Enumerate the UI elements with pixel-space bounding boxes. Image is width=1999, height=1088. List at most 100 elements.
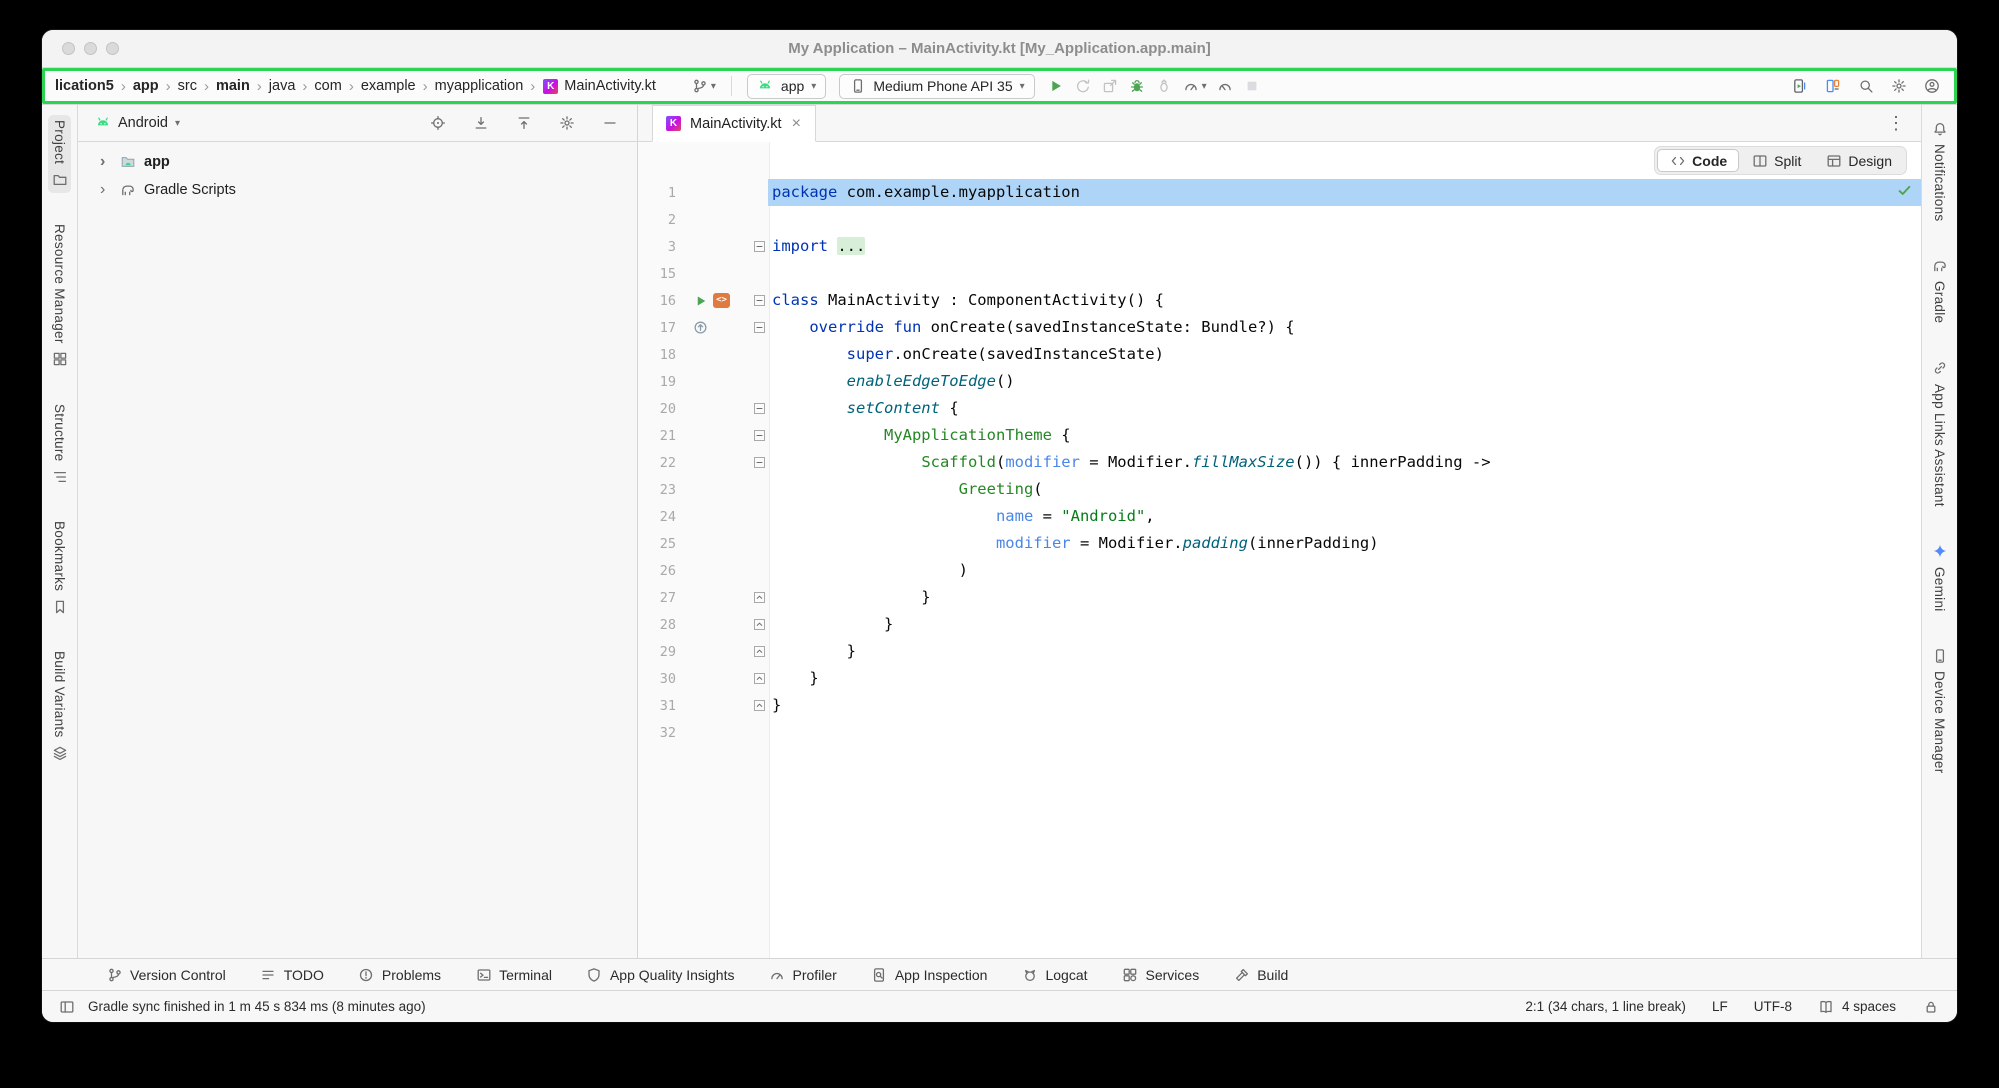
running-devices-button[interactable]: [1786, 74, 1813, 99]
breadcrumb-lication5[interactable]: lication5: [54, 76, 115, 96]
line-number[interactable]: 3: [638, 239, 686, 255]
search-everywhere-button[interactable]: [1852, 74, 1879, 99]
tool-window-button-logcat[interactable]: Logcat: [1021, 966, 1087, 983]
breadcrumb-src[interactable]: src: [177, 76, 198, 96]
line-number[interactable]: 30: [638, 671, 686, 687]
fold-start-icon[interactable]: [750, 322, 768, 333]
indent-widget[interactable]: 4 spaces: [1818, 998, 1896, 1015]
tree-item-gradle-scripts[interactable]: › Gradle Scripts: [78, 176, 637, 204]
code-text[interactable]: }: [768, 584, 1921, 611]
fold-end-icon[interactable]: [750, 700, 768, 711]
line-number[interactable]: 24: [638, 509, 686, 525]
apply-code-changes-button[interactable]: [1097, 74, 1124, 99]
tool-window-button-app-quality-insights[interactable]: App Quality Insights: [586, 966, 735, 983]
tool-window-button-version-control[interactable]: Version Control: [106, 966, 226, 983]
tool-stripe-bookmarks[interactable]: Bookmarks: [48, 516, 71, 620]
breadcrumb-main[interactable]: main: [215, 76, 251, 96]
fold-end-icon[interactable]: [750, 673, 768, 684]
chevron-right-icon[interactable]: ›: [100, 154, 111, 170]
expand-all-button[interactable]: [467, 111, 494, 136]
layout-inspector-button[interactable]: [1819, 74, 1846, 99]
code-text[interactable]: }: [768, 665, 1921, 692]
collapse-all-button[interactable]: [510, 111, 537, 136]
fold-end-icon[interactable]: [750, 646, 768, 657]
code-text[interactable]: }: [768, 611, 1921, 638]
code-text[interactable]: MyApplicationTheme {: [768, 422, 1921, 449]
breadcrumb-mainactivity-kt[interactable]: KMainActivity.kt: [541, 76, 657, 97]
line-number[interactable]: 28: [638, 617, 686, 633]
run-configuration-select[interactable]: app ▾: [747, 74, 826, 99]
line-separator-widget[interactable]: LF: [1712, 999, 1728, 1014]
code-text[interactable]: modifier = Modifier.padding(innerPadding…: [768, 530, 1921, 557]
close-window-button[interactable]: [62, 42, 75, 55]
line-number[interactable]: 23: [638, 482, 686, 498]
fold-start-icon[interactable]: [750, 295, 768, 306]
fold-end-icon[interactable]: [750, 619, 768, 630]
code-text[interactable]: setContent {: [768, 395, 1921, 422]
project-view-select[interactable]: Android ▾: [94, 115, 180, 132]
line-number[interactable]: 15: [638, 266, 686, 282]
layout-icon[interactable]: [58, 998, 75, 1015]
check-icon[interactable]: [1897, 183, 1912, 198]
tool-stripe-gradle[interactable]: Gradle: [1928, 252, 1951, 328]
tool-stripe-project[interactable]: Project: [48, 115, 71, 193]
run-button[interactable]: [1043, 74, 1070, 99]
code-text[interactable]: import ...: [768, 233, 1921, 260]
fold-end-icon[interactable]: [750, 592, 768, 603]
fold-start-icon[interactable]: [750, 241, 768, 252]
line-number[interactable]: 19: [638, 374, 686, 390]
view-mode-code[interactable]: Code: [1657, 149, 1739, 172]
tool-stripe-resource-manager[interactable]: Resource Manager: [48, 219, 71, 373]
line-number[interactable]: 1: [638, 185, 686, 201]
line-number[interactable]: 17: [638, 320, 686, 336]
tool-window-button-terminal[interactable]: Terminal: [475, 966, 552, 983]
lock-icon[interactable]: [1922, 998, 1939, 1015]
code-text[interactable]: name = "Android",: [768, 503, 1921, 530]
breadcrumb-example[interactable]: example: [360, 76, 417, 96]
caret-position-widget[interactable]: 2:1 (34 chars, 1 line break): [1525, 999, 1686, 1014]
tool-window-button-build[interactable]: Build: [1233, 966, 1288, 983]
line-number[interactable]: 27: [638, 590, 686, 606]
account-button[interactable]: [1918, 74, 1945, 99]
view-mode-split[interactable]: Split: [1739, 149, 1813, 172]
line-number[interactable]: 31: [638, 698, 686, 714]
tool-stripe-gemini[interactable]: Gemini: [1928, 538, 1951, 617]
view-mode-design[interactable]: Design: [1813, 149, 1904, 172]
tool-stripe-notifications[interactable]: Notifications: [1928, 115, 1951, 226]
code-text[interactable]: }: [768, 692, 1921, 719]
line-number[interactable]: 25: [638, 536, 686, 552]
tool-stripe-device-manager[interactable]: Device Manager: [1928, 642, 1951, 779]
encoding-widget[interactable]: UTF-8: [1754, 999, 1792, 1014]
line-number[interactable]: 20: [638, 401, 686, 417]
tool-window-button-profiler[interactable]: Profiler: [768, 966, 836, 983]
breadcrumb-app[interactable]: app: [132, 76, 160, 96]
code-text[interactable]: Scaffold(modifier = Modifier.fillMaxSize…: [768, 449, 1921, 476]
line-number[interactable]: 26: [638, 563, 686, 579]
line-number[interactable]: 32: [638, 725, 686, 741]
vcs-widget-button[interactable]: ▾: [687, 74, 721, 99]
tool-window-button-services[interactable]: Services: [1122, 966, 1200, 983]
breadcrumb-com[interactable]: com: [313, 76, 342, 96]
code-text[interactable]: Greeting(: [768, 476, 1921, 503]
panel-settings-button[interactable]: [553, 111, 580, 136]
code-text[interactable]: super.onCreate(savedInstanceState): [768, 341, 1921, 368]
minimize-window-button[interactable]: [84, 42, 97, 55]
code-text[interactable]: package com.example.myapplication: [768, 179, 1921, 206]
settings-button[interactable]: [1885, 74, 1912, 99]
kebab-icon[interactable]: ⋮: [1881, 114, 1911, 132]
line-number[interactable]: 18: [638, 347, 686, 363]
tool-window-button-problems[interactable]: Problems: [358, 966, 441, 983]
line-number[interactable]: 2: [638, 212, 686, 228]
profiler-button[interactable]: ▾: [1178, 74, 1212, 99]
chevron-right-icon[interactable]: ›: [100, 182, 111, 198]
breadcrumb-myapplication[interactable]: myapplication: [434, 76, 525, 96]
fold-start-icon[interactable]: [750, 457, 768, 468]
zoom-window-button[interactable]: [106, 42, 119, 55]
select-opened-file-button[interactable]: [424, 111, 451, 136]
attach-debugger-button[interactable]: [1151, 74, 1178, 99]
code-text[interactable]: ): [768, 557, 1921, 584]
device-select[interactable]: Medium Phone API 35 ▾: [839, 74, 1034, 99]
tool-stripe-build-variants[interactable]: Build Variants: [48, 646, 71, 767]
breadcrumb-java[interactable]: java: [268, 76, 297, 96]
hide-panel-button[interactable]: [596, 111, 623, 136]
